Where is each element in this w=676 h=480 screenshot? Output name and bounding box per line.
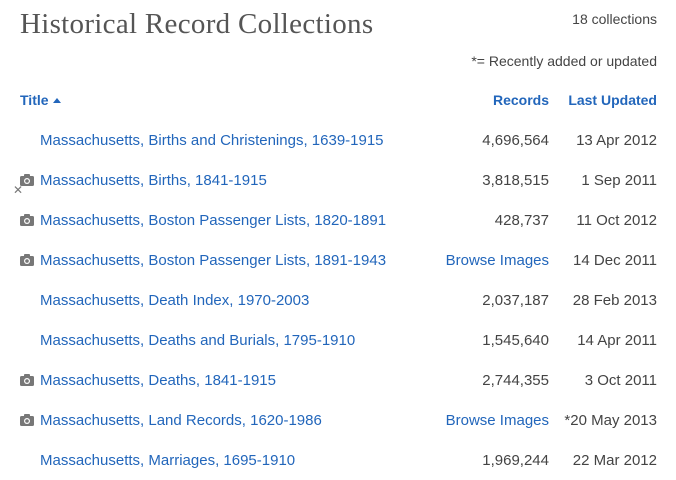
table-row: Massachusetts, Death Index, 1970-2003 2,0…	[0, 280, 676, 320]
record-count: 2,744,355	[482, 372, 549, 389]
last-updated-date: *20 May 2013	[564, 412, 657, 429]
collection-title-link[interactable]: Massachusetts, Births, 1841-1915	[40, 172, 267, 189]
close-icon[interactable]: ✕	[13, 184, 23, 196]
collection-title-link[interactable]: Massachusetts, Death Index, 1970-2003	[40, 292, 309, 309]
table-row: Massachusetts, Deaths and Burials, 1795-…	[0, 320, 676, 360]
last-updated-date: 11 Oct 2012	[576, 212, 657, 229]
sort-ascending-icon	[52, 98, 61, 103]
page-title: Historical Record Collections	[20, 8, 374, 40]
record-count: 428,737	[494, 212, 549, 229]
last-updated-date: 1 Sep 2011	[581, 172, 657, 189]
camera-icon	[20, 373, 34, 386]
table-row: Massachusetts, Deaths, 1841-1915 2,744,35…	[0, 360, 676, 400]
camera-icon	[20, 253, 34, 266]
sort-by-last-updated-header[interactable]: Last Updated	[568, 92, 657, 108]
collection-title-link[interactable]: Massachusetts, Boston Passenger Lists, 1…	[40, 252, 386, 269]
record-count: 1,545,640	[482, 332, 549, 349]
collection-title-link[interactable]: Massachusetts, Land Records, 1620-1986	[40, 412, 322, 429]
last-updated-date: 14 Apr 2011	[577, 332, 657, 349]
table-row: Massachusetts, Boston Passenger Lists, 1…	[0, 240, 676, 280]
collection-title-link[interactable]: Massachusetts, Deaths, 1841-1915	[40, 372, 276, 389]
recently-updated-legend: *= Recently added or updated	[471, 53, 657, 69]
record-count: 1,969,244	[482, 452, 549, 469]
sort-by-records-header[interactable]: Records	[493, 92, 549, 108]
record-count: 4,696,564	[482, 132, 549, 149]
last-updated-date: 28 Feb 2013	[572, 292, 657, 309]
table-row: Massachusetts, Births and Christenings, …	[0, 120, 676, 160]
table-header: Title Records Last Updated	[0, 90, 676, 112]
camera-icon	[20, 213, 34, 226]
record-count: 2,037,187	[482, 292, 549, 309]
table-row: Massachusetts, Births, 1841-1915 3,818,51…	[0, 160, 676, 200]
sort-by-title-header[interactable]: Title	[20, 92, 61, 108]
collection-count: 18 collections	[572, 11, 657, 27]
record-count: 3,818,515	[482, 172, 549, 189]
title-header-label: Title	[20, 92, 49, 108]
collections-list: Massachusetts, Births and Christenings, …	[0, 120, 676, 480]
browse-images-link[interactable]: Browse Images	[446, 412, 549, 429]
last-updated-date: 13 Apr 2012	[576, 132, 657, 149]
last-updated-date: 22 Mar 2012	[572, 452, 657, 469]
collection-title-link[interactable]: Massachusetts, Marriages, 1695-1910	[40, 452, 295, 469]
table-row: Massachusetts, Marriages, 1695-1910 1,969…	[0, 440, 676, 480]
table-row: Massachusetts, Land Records, 1620-1986 Br…	[0, 400, 676, 440]
last-updated-date: 14 Dec 2011	[573, 252, 657, 269]
table-row: Massachusetts, Boston Passenger Lists, 1…	[0, 200, 676, 240]
browse-images-link[interactable]: Browse Images	[446, 252, 549, 269]
collection-title-link[interactable]: Massachusetts, Births and Christenings, …	[40, 132, 384, 149]
camera-icon	[20, 413, 34, 426]
collection-title-link[interactable]: Massachusetts, Boston Passenger Lists, 1…	[40, 212, 386, 229]
collection-title-link[interactable]: Massachusetts, Deaths and Burials, 1795-…	[40, 332, 355, 349]
last-updated-date: 3 Oct 2011	[584, 372, 657, 389]
